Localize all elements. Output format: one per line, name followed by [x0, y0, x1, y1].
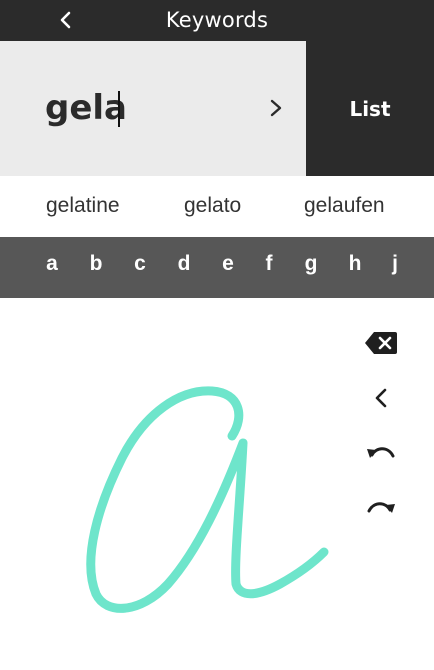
- page-title: Keywords: [165, 8, 269, 32]
- suggestion-bar: gelatine gelato gelaufen: [0, 176, 434, 237]
- backspace-button[interactable]: [362, 324, 400, 362]
- letter-key[interactable]: f: [257, 252, 281, 276]
- letter-key[interactable]: e: [216, 252, 240, 276]
- undo-button[interactable]: [362, 434, 400, 472]
- text-caret: [118, 91, 120, 127]
- search-input[interactable]: gela: [0, 41, 306, 176]
- redo-button[interactable]: [362, 489, 400, 527]
- cursor-left-button[interactable]: [362, 379, 400, 417]
- letter-bar: a b c d e f g h j: [0, 237, 434, 298]
- backspace-icon: [365, 332, 397, 354]
- suggestion-item[interactable]: gelatine: [46, 194, 120, 218]
- letter-key[interactable]: g: [299, 252, 323, 276]
- suggestion-item[interactable]: gelaufen: [304, 194, 385, 218]
- letter-key[interactable]: a: [40, 252, 64, 276]
- undo-icon: [367, 447, 395, 458]
- handwriting-pad[interactable]: [0, 298, 434, 670]
- redo-icon: [367, 502, 395, 513]
- suggestion-item[interactable]: gelato: [184, 194, 241, 218]
- go-button[interactable]: [262, 94, 290, 122]
- letter-key[interactable]: j: [383, 252, 407, 276]
- list-button[interactable]: List: [306, 41, 434, 176]
- chevron-left-icon: [375, 388, 387, 408]
- letter-key[interactable]: d: [172, 252, 196, 276]
- header-bar: Keywords: [0, 0, 434, 41]
- chevron-right-icon: [270, 99, 282, 117]
- letter-key[interactable]: b: [84, 252, 108, 276]
- search-row: gela List: [0, 41, 434, 176]
- letter-key[interactable]: c: [128, 252, 152, 276]
- letter-key[interactable]: h: [343, 252, 367, 276]
- search-input-value: gela: [45, 88, 127, 128]
